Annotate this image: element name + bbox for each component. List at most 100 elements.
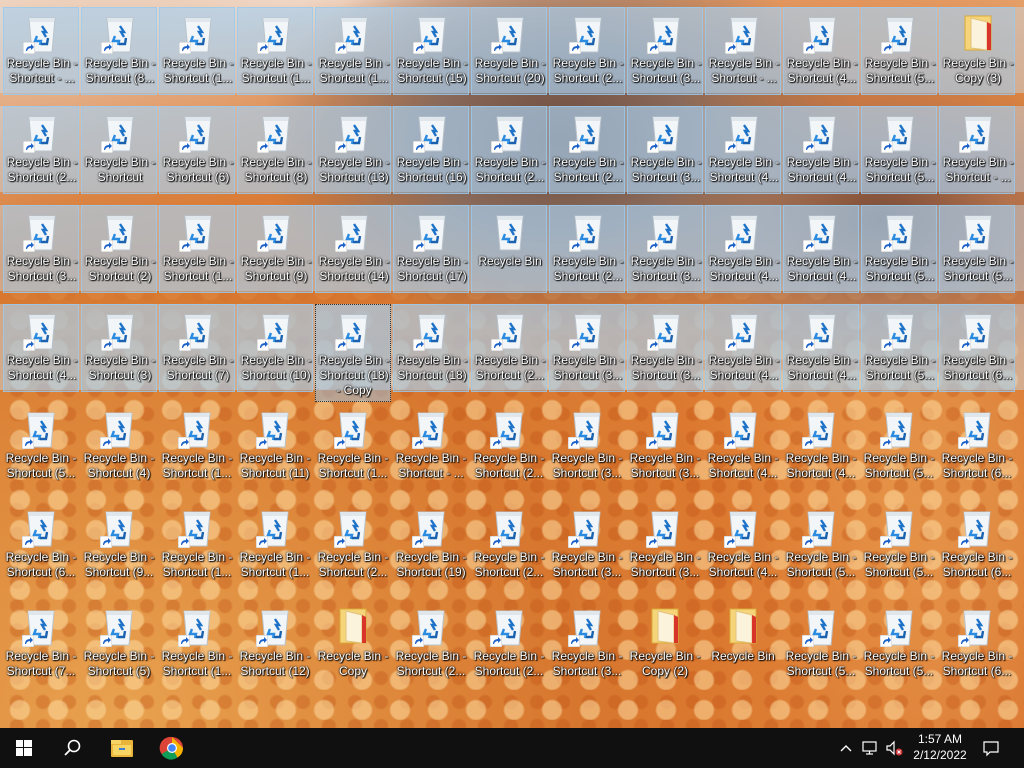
recycle-bin-shortcut-desktop-icon[interactable]: Recycle Bin - Shortcut (4... bbox=[705, 205, 781, 293]
recycle-bin-shortcut-desktop-icon[interactable]: Recycle Bin - Shortcut (20) bbox=[471, 7, 547, 95]
recycle-bin-shortcut-desktop-icon[interactable]: Recycle Bin - Shortcut (3... bbox=[549, 403, 625, 491]
recycle-bin-shortcut-desktop-icon[interactable]: Recycle Bin - Shortcut (4... bbox=[705, 304, 781, 392]
desktop[interactable]: Recycle Bin - Shortcut - ... Recycle Bin -… bbox=[0, 0, 1024, 728]
recycle-bin-shortcut-desktop-icon[interactable]: Recycle Bin - Shortcut (6... bbox=[3, 502, 79, 590]
recycle-bin-shortcut-desktop-icon[interactable]: Recycle Bin - Shortcut (1... bbox=[159, 7, 235, 95]
recycle-bin-shortcut-desktop-icon[interactable]: Recycle Bin - Shortcut (2... bbox=[471, 502, 547, 590]
recycle-bin-shortcut-desktop-icon[interactable]: Recycle Bin - Shortcut (2... bbox=[549, 205, 625, 293]
recycle-bin-shortcut-desktop-icon[interactable]: Recycle Bin - Shortcut - ... bbox=[3, 7, 79, 95]
recycle-bin-shortcut-desktop-icon[interactable]: Recycle Bin - Shortcut (2... bbox=[471, 403, 547, 491]
recycle-bin-shortcut-desktop-icon[interactable]: Recycle Bin - Shortcut (6... bbox=[939, 304, 1015, 392]
folder-desktop-icon[interactable]: Recycle Bin - Copy (3) bbox=[939, 7, 1015, 95]
clock[interactable]: 1:57 AM 2/12/2022 bbox=[905, 731, 975, 763]
recycle-bin-shortcut-desktop-icon[interactable]: Recycle Bin - Shortcut (3... bbox=[549, 502, 625, 590]
recycle-bin-shortcut-desktop-icon[interactable]: Recycle Bin - Shortcut (19) bbox=[393, 502, 469, 590]
recycle-bin-shortcut-desktop-icon[interactable]: Recycle Bin - Shortcut (3... bbox=[3, 205, 79, 293]
recycle-bin-shortcut-desktop-icon[interactable]: Recycle Bin - Shortcut (15) bbox=[393, 7, 469, 95]
recycle-bin-shortcut-desktop-icon[interactable]: Recycle Bin - Shortcut (1... bbox=[159, 601, 235, 689]
recycle-bin-shortcut-desktop-icon[interactable]: Recycle Bin - Shortcut (9... bbox=[81, 502, 157, 590]
folder-desktop-icon[interactable]: Recycle Bin bbox=[705, 601, 781, 689]
recycle-bin-shortcut-desktop-icon[interactable]: Recycle Bin - Shortcut (3... bbox=[627, 7, 703, 95]
recycle-bin-shortcut-desktop-icon[interactable]: Recycle Bin - Shortcut bbox=[81, 106, 157, 194]
recycle-bin-shortcut-desktop-icon[interactable]: Recycle Bin - Shortcut (2) bbox=[81, 205, 157, 293]
recycle-bin-shortcut-desktop-icon[interactable]: Recycle Bin - Shortcut (4... bbox=[705, 502, 781, 590]
recycle-bin-shortcut-desktop-icon[interactable]: Recycle Bin - Shortcut (5... bbox=[861, 106, 937, 194]
recycle-bin-shortcut-desktop-icon[interactable]: Recycle Bin - Shortcut (5... bbox=[783, 502, 859, 590]
recycle-bin-shortcut-desktop-icon[interactable]: Recycle Bin - Shortcut - ... bbox=[705, 7, 781, 95]
recycle-bin-shortcut-desktop-icon[interactable]: Recycle Bin - Shortcut (1... bbox=[159, 205, 235, 293]
recycle-bin-shortcut-desktop-icon[interactable]: Recycle Bin - Shortcut (5... bbox=[783, 601, 859, 689]
recycle-bin-shortcut-desktop-icon[interactable]: Recycle Bin - Shortcut (2... bbox=[315, 502, 391, 590]
recycle-bin-shortcut-desktop-icon[interactable]: Recycle Bin - Shortcut (2... bbox=[549, 106, 625, 194]
recycle-bin-shortcut-desktop-icon[interactable]: Recycle Bin - Shortcut (5... bbox=[939, 205, 1015, 293]
notification-button[interactable] bbox=[981, 738, 1001, 758]
recycle-bin-shortcut-desktop-icon[interactable]: Recycle Bin - Shortcut (18) - Copy bbox=[315, 304, 391, 402]
recycle-bin-shortcut-desktop-icon[interactable]: Recycle Bin - Shortcut (3... bbox=[627, 304, 703, 392]
recycle-bin-shortcut-desktop-icon[interactable]: Recycle Bin - Shortcut (4... bbox=[783, 403, 859, 491]
recycle-bin-shortcut-desktop-icon[interactable]: Recycle Bin - Shortcut (1... bbox=[159, 502, 235, 590]
recycle-bin-shortcut-desktop-icon[interactable]: Recycle Bin - Shortcut (17) bbox=[393, 205, 469, 293]
recycle-bin-shortcut-desktop-icon[interactable]: Recycle Bin - Shortcut (18) bbox=[393, 304, 469, 392]
recycle-bin-shortcut-desktop-icon[interactable]: Recycle Bin - Shortcut (16) bbox=[393, 106, 469, 194]
recycle-bin-shortcut-desktop-icon[interactable]: Recycle Bin - Shortcut (6... bbox=[939, 403, 1015, 491]
recycle-bin-shortcut-desktop-icon[interactable]: Recycle Bin - Shortcut (2... bbox=[471, 304, 547, 392]
recycle-bin-shortcut-desktop-icon[interactable]: Recycle Bin - Shortcut (1... bbox=[237, 7, 313, 95]
recycle-bin-shortcut-desktop-icon[interactable]: Recycle Bin - Shortcut (14) bbox=[315, 205, 391, 293]
recycle-bin-shortcut-desktop-icon[interactable]: Recycle Bin - Shortcut (13) bbox=[315, 106, 391, 194]
recycle-bin-shortcut-desktop-icon[interactable]: Recycle Bin - Shortcut (5... bbox=[861, 304, 937, 392]
recycle-bin-shortcut-desktop-icon[interactable]: Recycle Bin - Shortcut (2... bbox=[549, 7, 625, 95]
recycle-bin-shortcut-desktop-icon[interactable]: Recycle Bin - Shortcut (6... bbox=[939, 601, 1015, 689]
folder-desktop-icon[interactable]: Recycle Bin - Copy (2) bbox=[627, 601, 703, 689]
folder-desktop-icon[interactable]: Recycle Bin - Copy bbox=[315, 601, 391, 689]
recycle-bin-shortcut-desktop-icon[interactable]: Recycle Bin - Shortcut (7) bbox=[159, 304, 235, 392]
recycle-bin-shortcut-desktop-icon[interactable]: Recycle Bin - Shortcut (3... bbox=[549, 601, 625, 689]
recycle-bin-shortcut-desktop-icon[interactable]: Recycle Bin - Shortcut (5... bbox=[861, 205, 937, 293]
recycle-bin-shortcut-desktop-icon[interactable]: Recycle Bin - Shortcut (12) bbox=[237, 601, 313, 689]
recycle-bin-shortcut-desktop-icon[interactable]: Recycle Bin - Shortcut (6) bbox=[159, 106, 235, 194]
recycle-bin-shortcut-desktop-icon[interactable]: Recycle Bin - Shortcut (10) bbox=[237, 304, 313, 392]
recycle-bin-shortcut-desktop-icon[interactable]: Recycle Bin - Shortcut (4... bbox=[783, 7, 859, 95]
recycle-bin-shortcut-desktop-icon[interactable]: Recycle Bin - Shortcut (1... bbox=[159, 403, 235, 491]
recycle-bin-shortcut-desktop-icon[interactable]: Recycle Bin - Shortcut - ... bbox=[393, 403, 469, 491]
recycle-bin-shortcut-desktop-icon[interactable]: Recycle Bin - Shortcut (7... bbox=[3, 601, 79, 689]
recycle-bin-shortcut-desktop-icon[interactable]: Recycle Bin - Shortcut (3... bbox=[549, 304, 625, 392]
start-button[interactable] bbox=[0, 728, 48, 768]
recycle-bin-shortcut-desktop-icon[interactable]: Recycle Bin - Shortcut (2... bbox=[393, 601, 469, 689]
recycle-bin-shortcut-desktop-icon[interactable]: Recycle Bin - Shortcut (1... bbox=[237, 502, 313, 590]
recycle-bin-shortcut-desktop-icon[interactable]: Recycle Bin - Shortcut (5... bbox=[3, 403, 79, 491]
recycle-bin-shortcut-desktop-icon[interactable]: Recycle Bin - Shortcut (9) bbox=[237, 205, 313, 293]
show-hidden-icons-button[interactable] bbox=[836, 738, 856, 758]
recycle-bin-shortcut-desktop-icon[interactable]: Recycle Bin - Shortcut (8... bbox=[81, 7, 157, 95]
volume-button[interactable] bbox=[884, 738, 904, 758]
recycle-bin-shortcut-desktop-icon[interactable]: Recycle Bin - Shortcut (4... bbox=[783, 304, 859, 392]
recycle-bin-shortcut-desktop-icon[interactable]: Recycle Bin - Shortcut (4... bbox=[705, 106, 781, 194]
recycle-bin-shortcut-desktop-icon[interactable]: Recycle Bin - Shortcut (5) bbox=[81, 601, 157, 689]
recycle-bin-shortcut-desktop-icon[interactable]: Recycle Bin - Shortcut (4... bbox=[705, 403, 781, 491]
recycle-bin-shortcut-desktop-icon[interactable]: Recycle Bin - Shortcut (4... bbox=[783, 205, 859, 293]
recycle-bin-shortcut-desktop-icon[interactable]: Recycle Bin - Shortcut (3... bbox=[627, 502, 703, 590]
recycle-bin-shortcut-desktop-icon[interactable]: Recycle Bin - Shortcut (5... bbox=[861, 502, 937, 590]
recycle-bin-shortcut-desktop-icon[interactable]: Recycle Bin - Shortcut (2... bbox=[471, 601, 547, 689]
recycle-bin-shortcut-desktop-icon[interactable]: Recycle Bin - Shortcut (3... bbox=[627, 403, 703, 491]
recycle-bin-shortcut-desktop-icon[interactable]: Recycle Bin - Shortcut (5... bbox=[861, 7, 937, 95]
recycle-bin-shortcut-desktop-icon[interactable]: Recycle Bin - Shortcut (11) bbox=[237, 403, 313, 491]
recycle-bin-shortcut-desktop-icon[interactable]: Recycle Bin - Shortcut (2... bbox=[471, 106, 547, 194]
recycle-bin-shortcut-desktop-icon[interactable]: Recycle Bin - Shortcut (4... bbox=[783, 106, 859, 194]
search-button[interactable] bbox=[48, 728, 96, 768]
recycle-bin-desktop-icon[interactable]: Recycle Bin bbox=[471, 205, 547, 293]
recycle-bin-shortcut-desktop-icon[interactable]: Recycle Bin - Shortcut (3... bbox=[627, 106, 703, 194]
recycle-bin-shortcut-desktop-icon[interactable]: Recycle Bin - Shortcut (4) bbox=[81, 403, 157, 491]
recycle-bin-shortcut-desktop-icon[interactable]: Recycle Bin - Shortcut (2... bbox=[3, 106, 79, 194]
network-button[interactable] bbox=[860, 738, 880, 758]
recycle-bin-shortcut-desktop-icon[interactable]: Recycle Bin - Shortcut (3... bbox=[627, 205, 703, 293]
recycle-bin-shortcut-desktop-icon[interactable]: Recycle Bin - Shortcut (5... bbox=[861, 601, 937, 689]
recycle-bin-shortcut-desktop-icon[interactable]: Recycle Bin - Shortcut (1... bbox=[315, 403, 391, 491]
chrome-button[interactable] bbox=[148, 728, 196, 768]
recycle-bin-shortcut-desktop-icon[interactable]: Recycle Bin - Shortcut (8) bbox=[237, 106, 313, 194]
recycle-bin-shortcut-desktop-icon[interactable]: Recycle Bin - Shortcut (1... bbox=[315, 7, 391, 95]
recycle-bin-shortcut-desktop-icon[interactable]: Recycle Bin - Shortcut - ... bbox=[939, 106, 1015, 194]
recycle-bin-shortcut-desktop-icon[interactable]: Recycle Bin - Shortcut (4... bbox=[3, 304, 79, 392]
recycle-bin-shortcut-desktop-icon[interactable]: Recycle Bin - Shortcut (5... bbox=[861, 403, 937, 491]
recycle-bin-shortcut-desktop-icon[interactable]: Recycle Bin - Shortcut (3) bbox=[81, 304, 157, 392]
file-explorer-button[interactable] bbox=[98, 728, 146, 768]
